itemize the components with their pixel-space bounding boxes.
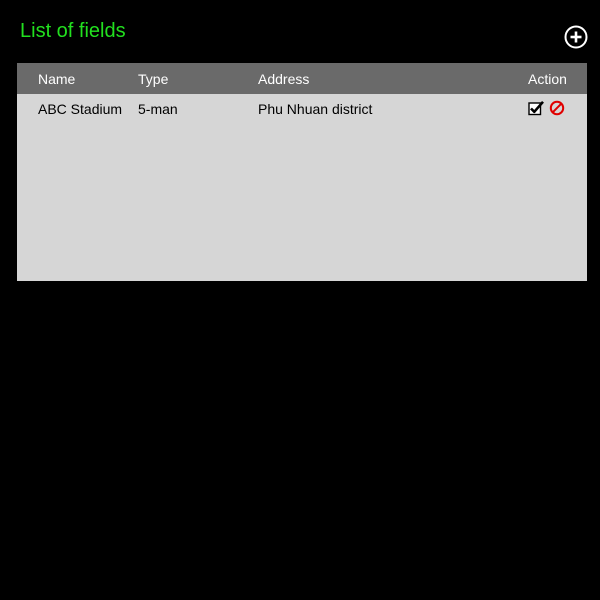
page: List of fields Name Type Address Action … (0, 0, 600, 600)
field-type: 5-man (138, 101, 178, 117)
ban-slash (551, 102, 563, 114)
column-header-action: Action (528, 71, 567, 87)
table-header: Name Type Address Action (17, 63, 587, 94)
table-row[interactable]: ABC Stadium 5-man Phu Nhuan district (17, 94, 587, 125)
check-icon[interactable] (528, 100, 544, 116)
field-name: ABC Stadium (38, 101, 123, 117)
column-header-address[interactable]: Address (258, 71, 309, 87)
page-title: List of fields (20, 20, 126, 42)
fields-table: Name Type Address Action ABC Stadium 5-m… (17, 63, 587, 281)
ban-icon[interactable] (549, 100, 565, 116)
row-actions (528, 100, 568, 118)
column-header-type[interactable]: Type (138, 71, 168, 87)
add-field-button[interactable] (564, 25, 588, 49)
field-address: Phu Nhuan district (258, 101, 373, 117)
column-header-name[interactable]: Name (38, 71, 75, 87)
